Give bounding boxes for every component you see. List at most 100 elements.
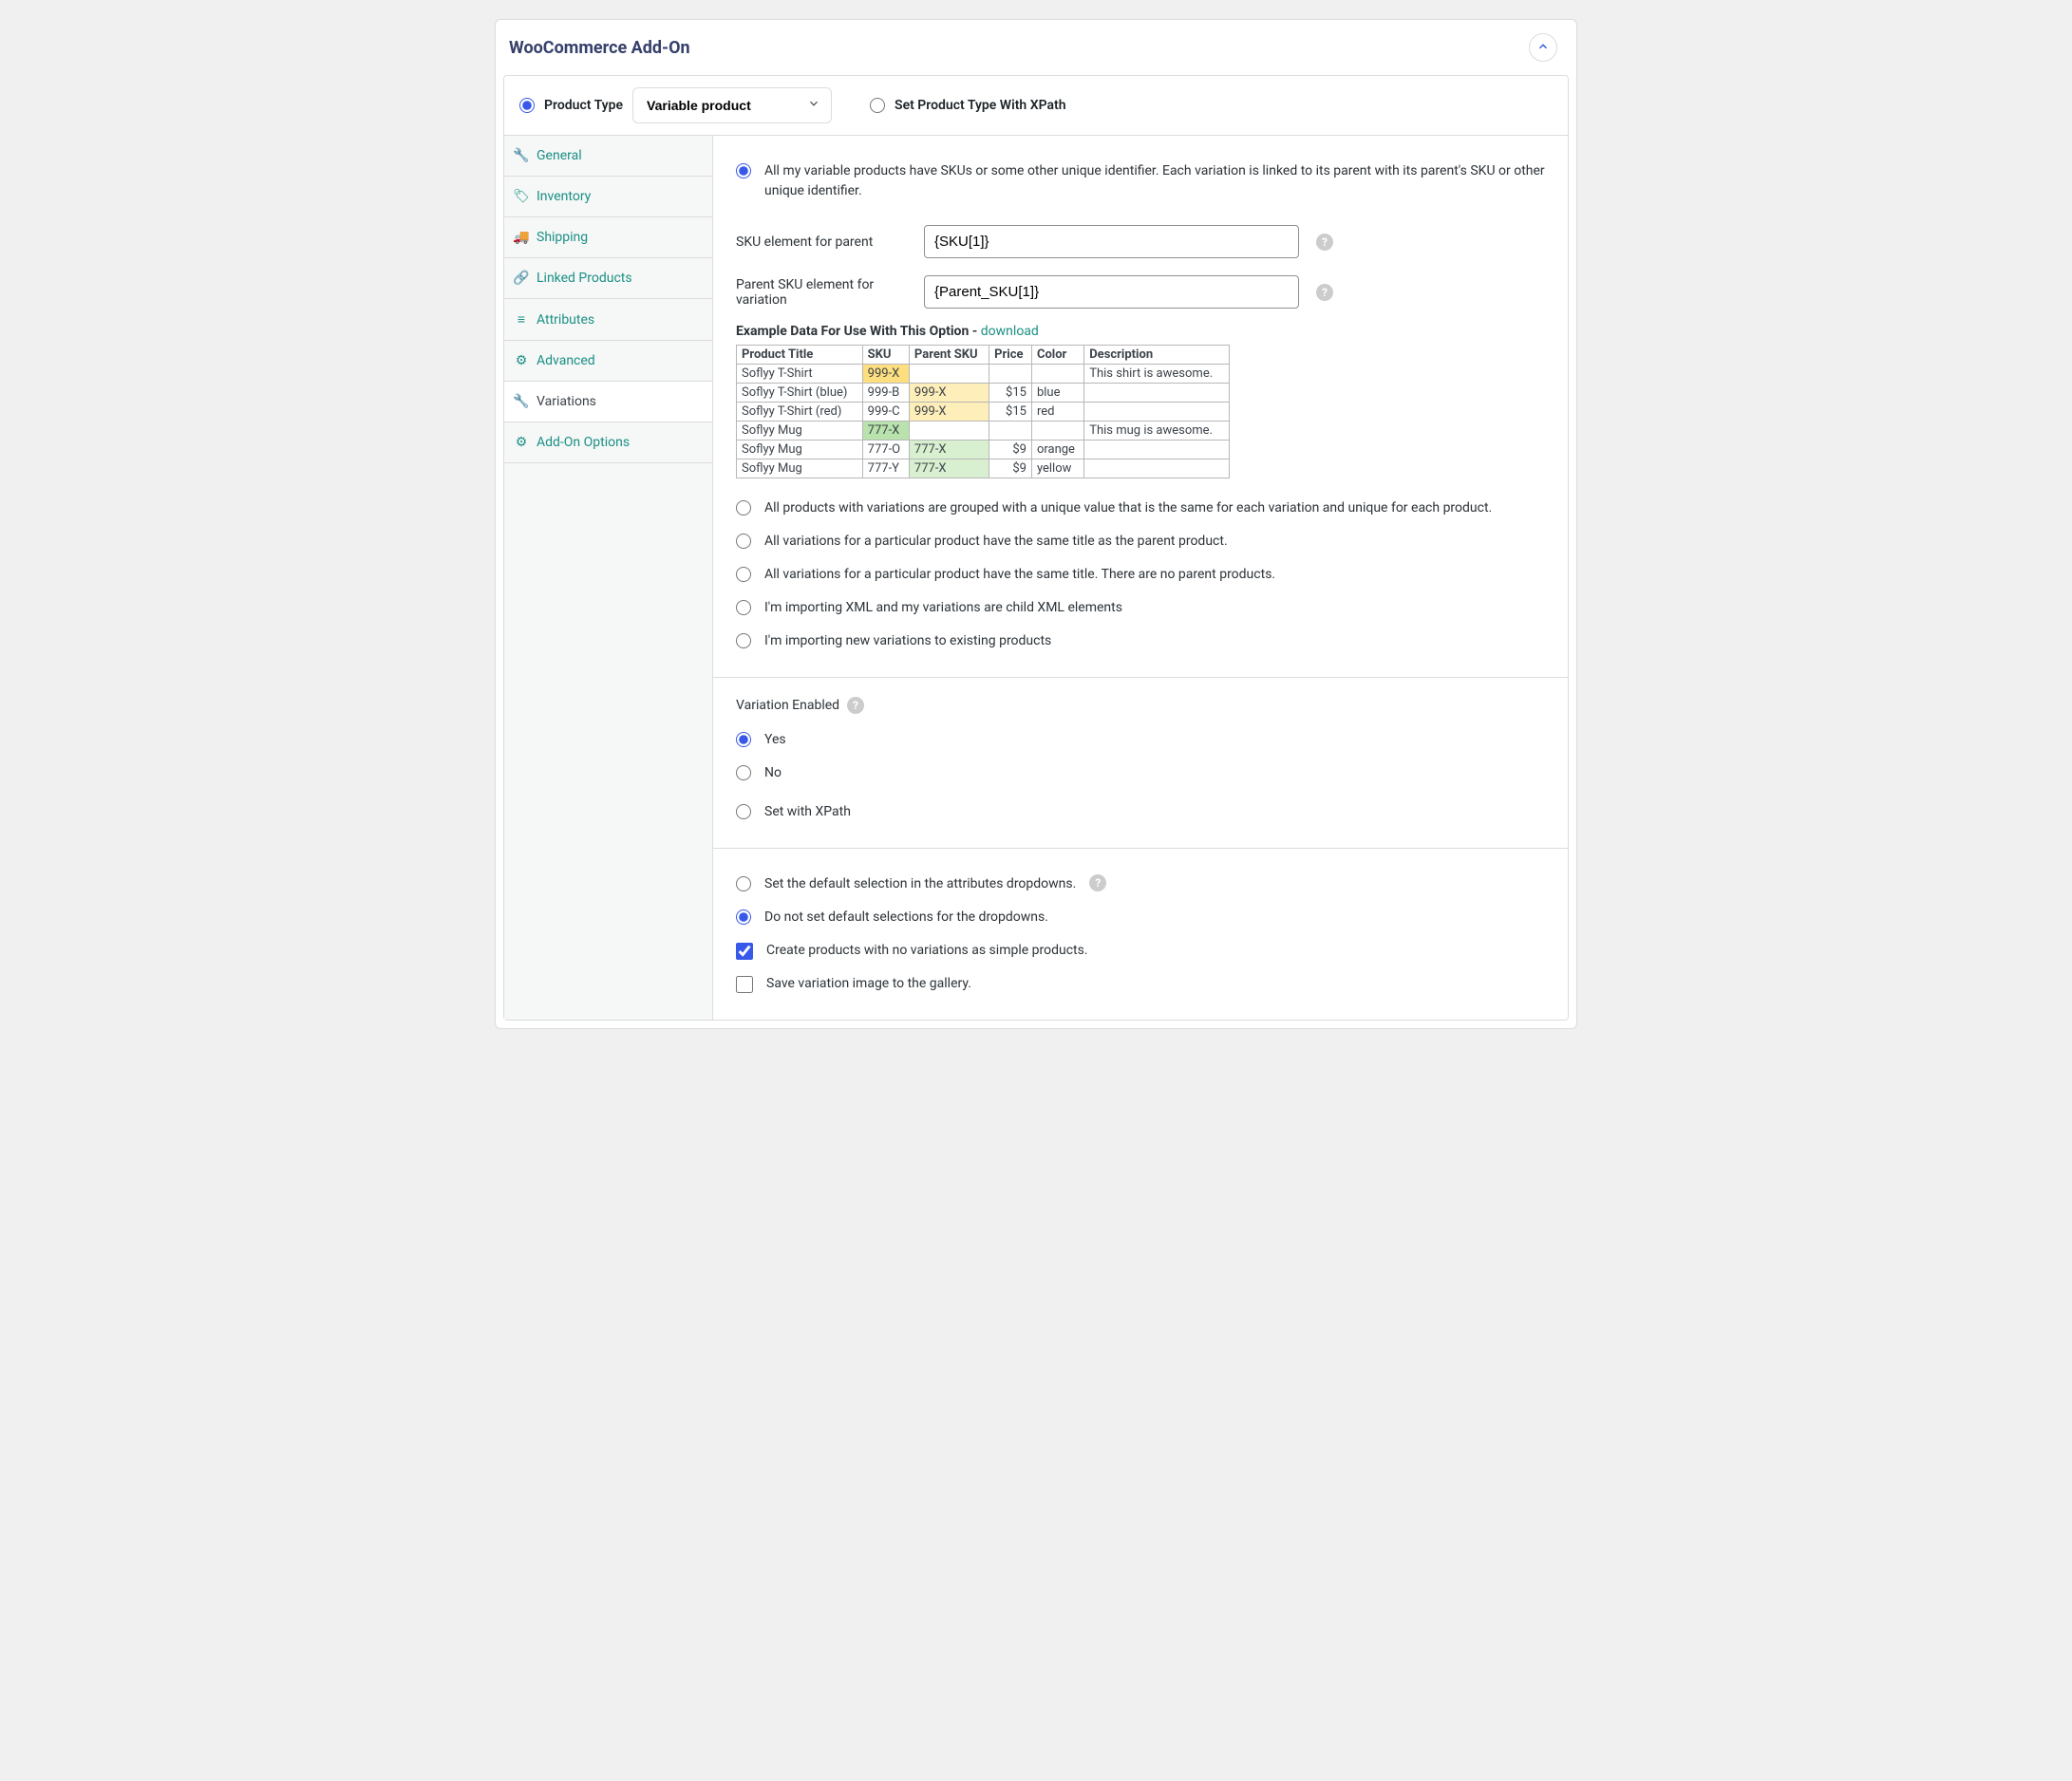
default-text: Create products with no variations as si… <box>766 941 1088 961</box>
ve-no: No <box>736 757 1545 790</box>
default-text: Do not set default selections for the dr… <box>764 908 1048 928</box>
default-radio-noset[interactable] <box>736 909 751 925</box>
col-color: Color <box>1031 346 1083 365</box>
section-variation-method: All my variable products have SKUs or so… <box>713 136 1568 678</box>
ve-text: Yes <box>764 730 786 750</box>
sidebar-item-linked-products[interactable]: 🔗 Linked Products <box>504 258 712 299</box>
variation-enabled-heading: Variation Enabled ? <box>736 697 1545 714</box>
content: All my variable products have SKUs or so… <box>713 136 1568 1020</box>
table-row: Soflyy T-Shirt (red) 999-C 999-X $15 red <box>737 403 1230 422</box>
ve-radio-yes[interactable] <box>736 732 751 747</box>
method-opt-existing: I'm importing new variations to existing… <box>736 625 1545 658</box>
product-type-select[interactable]: Variable product <box>632 87 832 123</box>
col-sku: SKU <box>862 346 909 365</box>
method-opt-title-noparent: All variations for a particular product … <box>736 558 1545 591</box>
ve-radio-no[interactable] <box>736 765 751 780</box>
sidebar-item-shipping[interactable]: 🚚 Shipping <box>504 217 712 258</box>
table-row: Soflyy Mug 777-Y 777-X $9 yellow <box>737 459 1230 478</box>
panel-title: WooCommerce Add-On <box>509 38 690 58</box>
method-opt-grouped: All products with variations are grouped… <box>736 492 1545 525</box>
sidebar-item-label: Add-On Options <box>537 435 630 450</box>
help-icon[interactable]: ? <box>1316 234 1333 251</box>
product-type-radio[interactable] <box>519 98 535 113</box>
sidebar-item-label: Variations <box>537 394 596 409</box>
sku-parent-row: SKU element for parent ? <box>736 225 1545 258</box>
method-radio-sku[interactable] <box>736 163 751 178</box>
truck-icon: 🚚 <box>514 230 529 245</box>
sidebar-item-inventory[interactable]: 🏷 Inventory <box>504 177 712 217</box>
chevron-up-icon <box>1536 40 1550 56</box>
parent-sku-row: Parent SKU element for variation ? <box>736 275 1545 309</box>
xpath-label: Set Product Type With XPath <box>895 98 1066 113</box>
method-radio-title-noparent[interactable] <box>736 567 751 582</box>
sidebar-item-label: Inventory <box>537 189 591 204</box>
default-gallery: Save variation image to the gallery. <box>736 967 1545 1001</box>
default-radio-set[interactable] <box>736 876 751 891</box>
sidebar-item-label: Advanced <box>537 353 595 368</box>
default-set: Set the default selection in the attribu… <box>736 868 1545 901</box>
collapse-button[interactable] <box>1529 33 1557 62</box>
woocommerce-addon-panel: WooCommerce Add-On Product Type Variable… <box>495 19 1577 1029</box>
sidebar-item-label: Linked Products <box>537 271 632 286</box>
default-noset: Do not set default selections for the dr… <box>736 901 1545 934</box>
col-title: Product Title <box>737 346 863 365</box>
example-table: Product Title SKU Parent SKU Price Color… <box>736 345 1230 478</box>
default-checkbox-gallery[interactable] <box>736 976 753 993</box>
link-icon: 🔗 <box>514 271 529 286</box>
download-link[interactable]: download <box>981 324 1039 339</box>
wrench-icon: 🔧 <box>514 394 529 409</box>
sidebar-item-variations[interactable]: 🔧 Variations <box>504 382 712 422</box>
method-opt-xml: I'm importing XML and my variations are … <box>736 591 1545 625</box>
default-text: Save variation image to the gallery. <box>766 974 971 994</box>
table-row: Soflyy Mug 777-O 777-X $9 orange <box>737 441 1230 459</box>
ve-text: No <box>764 763 782 783</box>
col-price: Price <box>989 346 1032 365</box>
sidebar: 🔧 General 🏷 Inventory 🚚 Shipping 🔗 Linke… <box>504 136 713 1020</box>
default-simple: Create products with no variations as si… <box>736 934 1545 967</box>
method-radio-grouped[interactable] <box>736 500 751 516</box>
sku-parent-input[interactable] <box>924 225 1299 258</box>
method-text: All variations for a particular product … <box>764 532 1228 552</box>
help-icon[interactable]: ? <box>1316 284 1333 301</box>
tag-icon: 🏷 <box>514 189 529 204</box>
panel-header: WooCommerce Add-On <box>496 20 1576 75</box>
sidebar-item-general[interactable]: 🔧 General <box>504 136 712 177</box>
method-radio-xml[interactable] <box>736 600 751 615</box>
gear-icon: ⚙ <box>514 353 529 368</box>
section-variation-enabled: Variation Enabled ? Yes No Set with <box>713 678 1568 849</box>
parent-sku-input[interactable] <box>924 275 1299 309</box>
product-type-label: Product Type <box>544 98 623 113</box>
sku-parent-label: SKU element for parent <box>736 234 907 250</box>
method-opt-sku: All my variable products have SKUs or so… <box>736 155 1545 208</box>
sidebar-item-attributes[interactable]: ≡ Attributes <box>504 299 712 341</box>
top-row: Product Type Variable product Set Produc… <box>504 76 1568 136</box>
method-text: I'm importing new variations to existing… <box>764 631 1051 651</box>
table-row: Soflyy Mug 777-X This mug is awesome. <box>737 422 1230 441</box>
method-radio-existing[interactable] <box>736 633 751 648</box>
panel-body: Product Type Variable product Set Produc… <box>503 75 1569 1021</box>
product-type-select-wrap: Variable product <box>632 87 832 123</box>
wrench-icon: 🔧 <box>514 148 529 163</box>
method-radio-title-parent[interactable] <box>736 534 751 549</box>
default-checkbox-simple[interactable] <box>736 943 753 960</box>
method-text: I'm importing XML and my variations are … <box>764 598 1122 618</box>
table-row: Soflyy T-Shirt (blue) 999-B 999-X $15 bl… <box>737 384 1230 403</box>
table-header-row: Product Title SKU Parent SKU Price Color… <box>737 346 1230 365</box>
sidebar-item-addon-options[interactable]: ⚙ Add-On Options <box>504 422 712 463</box>
ve-radio-xpath[interactable] <box>736 804 751 819</box>
parent-sku-label: Parent SKU element for variation <box>736 277 907 308</box>
method-opt-title-parent: All variations for a particular product … <box>736 525 1545 558</box>
sidebar-item-advanced[interactable]: ⚙ Advanced <box>504 341 712 382</box>
method-text: All my variable products have SKUs or so… <box>764 161 1545 201</box>
method-text: All variations for a particular product … <box>764 565 1275 585</box>
layout: 🔧 General 🏷 Inventory 🚚 Shipping 🔗 Linke… <box>504 136 1568 1020</box>
help-icon[interactable]: ? <box>847 697 864 714</box>
col-parent-sku: Parent SKU <box>909 346 989 365</box>
col-desc: Description <box>1084 346 1230 365</box>
help-icon[interactable]: ? <box>1089 874 1106 891</box>
list-icon: ≡ <box>514 311 529 328</box>
product-type-group: Product Type Variable product <box>519 87 832 123</box>
table-row: Soflyy T-Shirt 999-X This shirt is aweso… <box>737 365 1230 384</box>
default-text: Set the default selection in the attribu… <box>764 874 1076 894</box>
xpath-radio[interactable] <box>870 98 885 113</box>
